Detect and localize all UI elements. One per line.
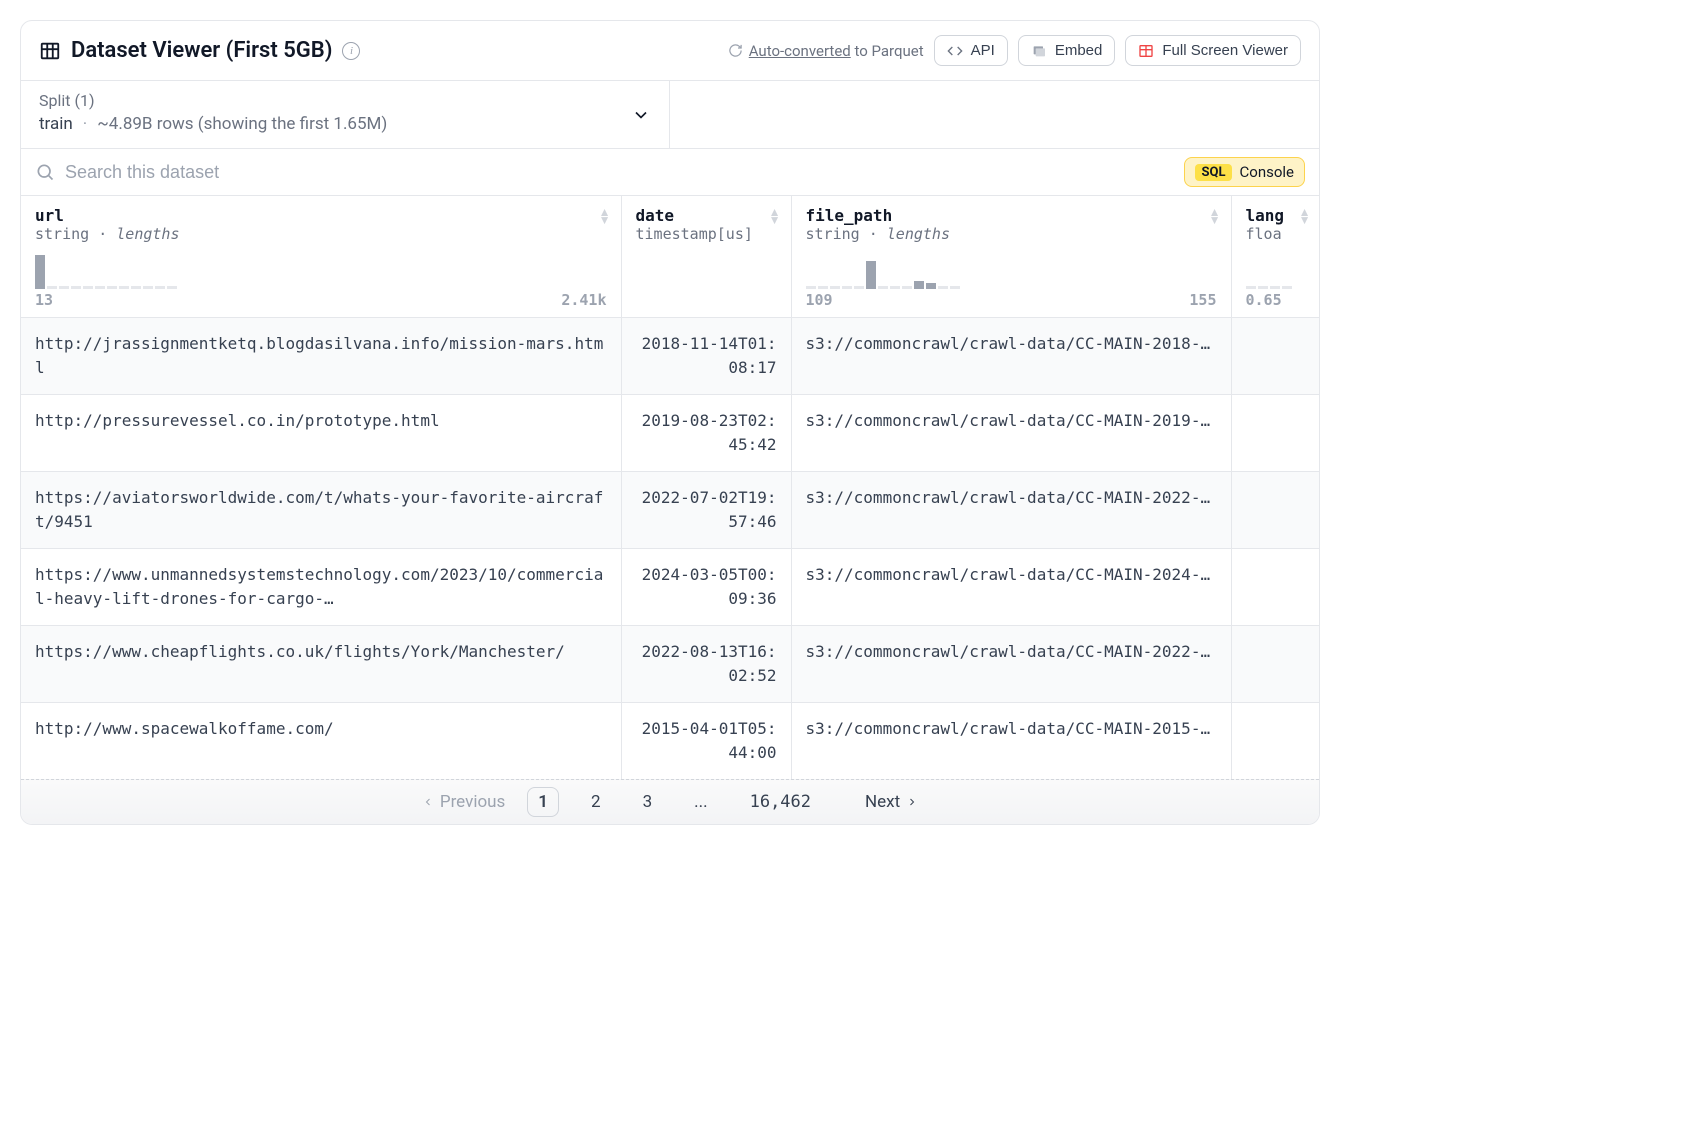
cell-file-path: s3://commoncrawl/crawl-data/CC-MAIN-2015… — [791, 703, 1231, 780]
split-selector-row: Split (1) train · ~4.89B rows (showing t… — [21, 80, 1319, 148]
cell-date: 2019-08-23T02:45:42 — [621, 395, 791, 472]
sort-icon[interactable]: ▲▼ — [769, 208, 781, 224]
table-row[interactable]: http://pressurevessel.co.in/prototype.ht… — [21, 395, 1319, 472]
cell-date: 2024-03-05T00:09:36 — [621, 549, 791, 626]
api-button[interactable]: API — [934, 35, 1008, 66]
table-row[interactable]: http://jrassignmentketq.blogdasilvana.in… — [21, 318, 1319, 395]
page-16,462[interactable]: 16,462 — [740, 788, 821, 816]
sql-console-button[interactable]: SQL Console — [1184, 157, 1305, 187]
split-name: train — [39, 114, 73, 134]
cell-lang — [1231, 626, 1319, 703]
info-icon[interactable]: i — [342, 42, 360, 60]
previous-button[interactable]: Previous — [422, 792, 505, 812]
pagination: Previous 123... 16,462 Next — [21, 779, 1319, 824]
cell-file-path: s3://commoncrawl/crawl-data/CC-MAIN-2022… — [791, 626, 1231, 703]
code-icon — [947, 43, 963, 59]
next-button[interactable]: Next — [865, 792, 918, 812]
data-table: url string · lengths ▲▼ 132.41kdate time… — [21, 195, 1319, 779]
grid-icon — [1138, 43, 1154, 59]
split-row-count: ~4.89B rows (showing the first 1.65M) — [97, 114, 387, 134]
cell-url: http://jrassignmentketq.blogdasilvana.in… — [21, 318, 621, 395]
cell-url: http://pressurevessel.co.in/prototype.ht… — [21, 395, 621, 472]
histogram — [1246, 251, 1307, 289]
cell-url: https://www.cheapflights.co.uk/flights/Y… — [21, 626, 621, 703]
cell-date: 2022-07-02T19:57:46 — [621, 472, 791, 549]
cell-file-path: s3://commoncrawl/crawl-data/CC-MAIN-2022… — [791, 472, 1231, 549]
split-label: Split (1) — [39, 91, 651, 110]
cell-lang — [1231, 549, 1319, 626]
cell-lang — [1231, 703, 1319, 780]
sort-icon[interactable]: ▲▼ — [1209, 208, 1221, 224]
embed-button[interactable]: Embed — [1018, 35, 1116, 66]
page-ellipsis: ... — [684, 788, 717, 816]
autoconvert-link[interactable]: Auto-converted to Parquet — [728, 42, 924, 60]
cell-lang — [1231, 395, 1319, 472]
table-row[interactable]: https://www.cheapflights.co.uk/flights/Y… — [21, 626, 1319, 703]
table-row[interactable]: http://www.spacewalkoffame.com/ 2015-04-… — [21, 703, 1319, 780]
refresh-icon — [728, 43, 743, 58]
fullscreen-viewer-button[interactable]: Full Screen Viewer — [1125, 35, 1301, 66]
chevron-left-icon — [422, 796, 434, 808]
page-title: Dataset Viewer (First 5GB) — [71, 38, 332, 63]
cell-file-path: s3://commoncrawl/crawl-data/CC-MAIN-2018… — [791, 318, 1231, 395]
header: Dataset Viewer (First 5GB) i Auto-conver… — [21, 21, 1319, 80]
search-icon — [35, 162, 55, 182]
cell-url: http://www.spacewalkoffame.com/ — [21, 703, 621, 780]
search-input[interactable] — [65, 162, 1174, 183]
cell-url: https://www.unmannedsystemstechnology.co… — [21, 549, 621, 626]
cell-date: 2015-04-01T05:44:00 — [621, 703, 791, 780]
split-empty — [670, 81, 1319, 148]
page-2[interactable]: 2 — [581, 788, 611, 816]
cell-lang — [1231, 472, 1319, 549]
dataset-viewer-panel: Dataset Viewer (First 5GB) i Auto-conver… — [20, 20, 1320, 825]
histogram — [35, 251, 607, 289]
search-bar: SQL Console — [21, 148, 1319, 195]
cell-url: https://aviatorsworldwide.com/t/whats-yo… — [21, 472, 621, 549]
cell-date: 2018-11-14T01:08:17 — [621, 318, 791, 395]
table-row[interactable]: https://aviatorsworldwide.com/t/whats-yo… — [21, 472, 1319, 549]
table-grid-icon — [39, 40, 61, 62]
column-header-date[interactable]: date timestamp[us] ▲▼ — [621, 196, 791, 318]
table-row[interactable]: https://www.unmannedsystemstechnology.co… — [21, 549, 1319, 626]
page-1[interactable]: 1 — [527, 787, 559, 817]
split-selector[interactable]: Split (1) train · ~4.89B rows (showing t… — [21, 81, 670, 148]
window-icon — [1031, 43, 1047, 59]
chevron-right-icon — [906, 796, 918, 808]
column-header-lang[interactable]: lang floa ▲▼ 0.65 — [1231, 196, 1319, 318]
column-header-url[interactable]: url string · lengths ▲▼ 132.41k — [21, 196, 621, 318]
sort-icon[interactable]: ▲▼ — [1299, 208, 1311, 224]
cell-file-path: s3://commoncrawl/crawl-data/CC-MAIN-2024… — [791, 549, 1231, 626]
cell-lang — [1231, 318, 1319, 395]
sort-icon[interactable]: ▲▼ — [599, 208, 611, 224]
column-header-file_path[interactable]: file_path string · lengths ▲▼ 109155 — [791, 196, 1231, 318]
histogram — [806, 251, 1217, 289]
page-3[interactable]: 3 — [633, 788, 663, 816]
chevron-down-icon — [631, 105, 651, 125]
cell-date: 2022-08-13T16:02:52 — [621, 626, 791, 703]
cell-file-path: s3://commoncrawl/crawl-data/CC-MAIN-2019… — [791, 395, 1231, 472]
